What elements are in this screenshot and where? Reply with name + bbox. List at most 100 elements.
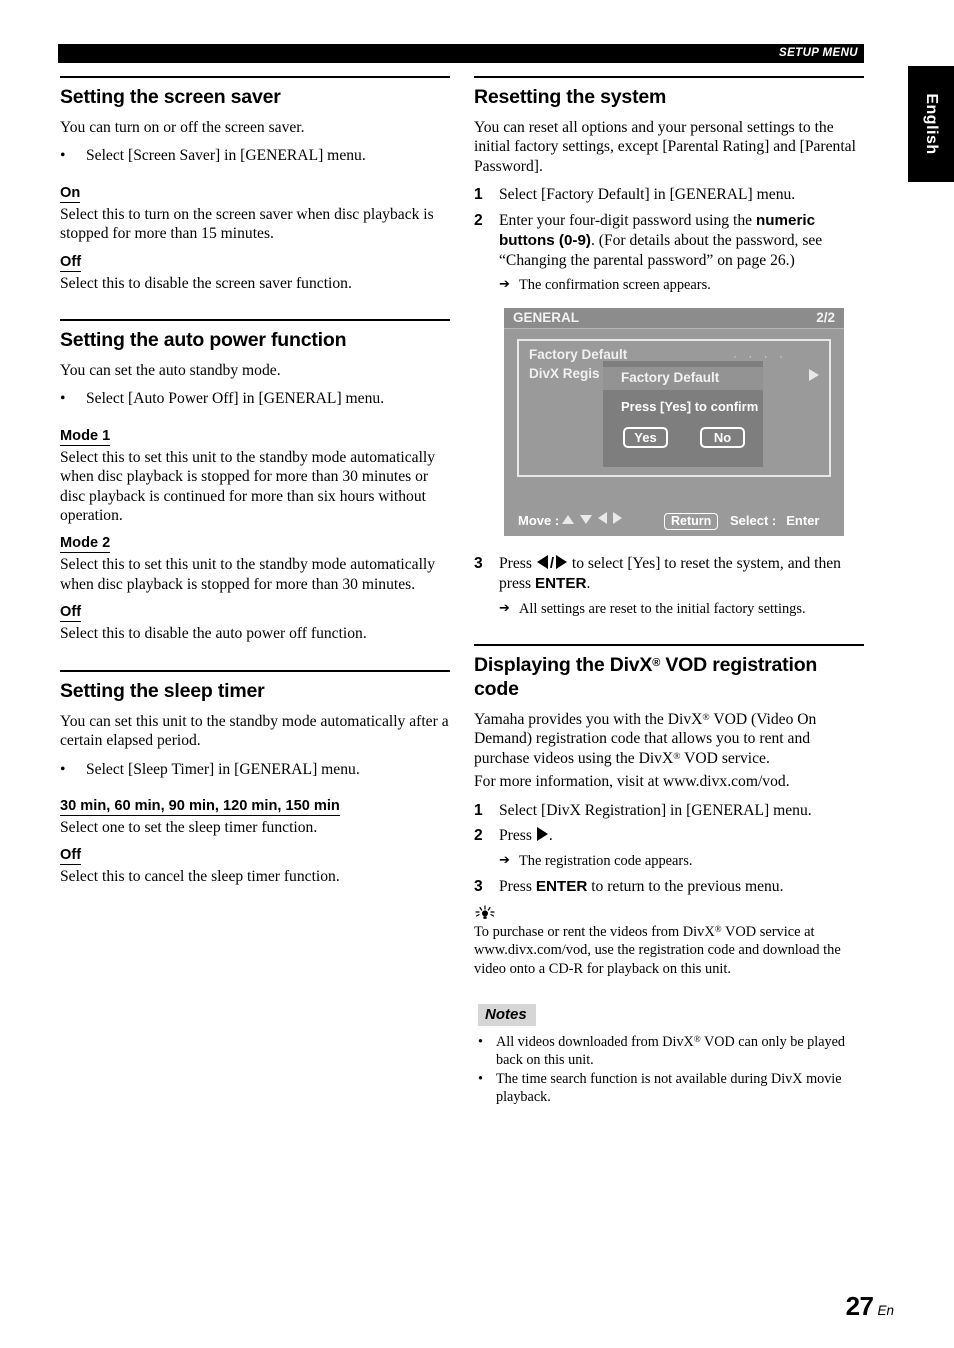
step-text-bold: ENTER	[535, 878, 588, 896]
registered-mark-icon: ®	[693, 1034, 701, 1045]
arrow-down-icon	[580, 515, 593, 525]
left-column: Setting the screen saver You can turn on…	[60, 76, 450, 889]
result-text: The confirmation screen appears.	[519, 277, 711, 294]
option-description: Select this to cancel the sleep timer fu…	[60, 868, 340, 886]
option-description: Select this to disable the auto power of…	[60, 625, 367, 643]
resetting-step-2: 2 Enter your four-digit password using t…	[474, 211, 864, 270]
auto-power-option-mode1: Mode 1 Select this to set this unit to t…	[60, 420, 450, 526]
heading-auto-power: Setting the auto power function	[60, 319, 450, 352]
osd-row-factory-default[interactable]: Factory Default	[529, 347, 627, 362]
divx-vod-intro-line2: For more information, visit at www.divx.…	[474, 773, 790, 791]
option-label: On	[60, 184, 81, 203]
divx-vod-intro: Yamaha provides you with the DivX® VOD (…	[474, 710, 864, 768]
heading-sleep-timer: Setting the sleep timer	[60, 669, 450, 703]
registered-mark-icon: ®	[673, 750, 681, 762]
page-language-code: En	[877, 1303, 894, 1318]
notes-badge: Notes	[478, 1004, 536, 1027]
sleep-timer-bullet-text: Select [Sleep Timer] in [GENERAL] menu.	[86, 760, 360, 778]
divx-vod-step-3: 3 Press ENTER to return to the previous …	[474, 877, 864, 897]
osd-yes-button[interactable]: Yes	[623, 427, 668, 449]
option-description: Select this to turn on the screen saver …	[60, 205, 434, 243]
sleep-timer-bullet: • Select [Sleep Timer] in [GENERAL] menu…	[60, 760, 450, 779]
note-item: • The time search function is not availa…	[474, 1071, 864, 1106]
tip-text: To purchase or rent the videos from DivX…	[474, 923, 864, 978]
registered-mark-icon: ®	[652, 657, 661, 669]
step-text-before: Press	[499, 555, 536, 573]
osd-select-hint: Select : Enter	[730, 513, 819, 528]
osd-page-indicator: 2/2	[816, 310, 835, 326]
step-number: 2	[474, 212, 483, 230]
arrow-right-icon	[613, 512, 623, 525]
note-text: All videos downloaded from DivX® VOD can…	[496, 1034, 864, 1069]
step-text-after: .	[548, 827, 553, 845]
sleep-timer-option-off: Off Select this to cancel the sleep time…	[60, 839, 450, 886]
osd-move-hint: Move :	[518, 512, 625, 528]
step-text: Press ENTER to return to the previous me…	[499, 877, 864, 897]
step-number: 1	[474, 801, 483, 819]
step-text: Press .	[499, 826, 864, 846]
tip-part-1: To purchase or rent the videos from DivX	[474, 924, 715, 941]
note-item: • All videos downloaded from DivX® VOD c…	[474, 1034, 864, 1069]
osd-menu-screenshot: GENERAL 2/2 Factory Default · · · · DivX…	[504, 308, 844, 537]
step-text: Select [Factory Default] in [GENERAL] me…	[499, 186, 796, 204]
auto-power-intro: You can set the auto standby mode.	[60, 362, 281, 380]
osd-dialog-title: Factory Default	[603, 367, 763, 391]
intro-part-3: VOD service.	[680, 749, 770, 767]
option-description: Select one to set the sleep timer functi…	[60, 818, 318, 836]
osd-dialog-message: Press [Yes] to confirm	[621, 399, 759, 415]
result-text: The registration code appears.	[519, 853, 693, 870]
running-header-bar: SETUP MENU	[58, 44, 864, 63]
divx-vod-step-1: 1 Select [DivX Registration] in [GENERAL…	[474, 801, 864, 821]
heading-part-1: Displaying the DivX	[474, 654, 653, 676]
result-arrow-icon: ➔	[499, 601, 510, 616]
option-label: Off	[60, 253, 82, 272]
step-text-after: to return to the previous menu.	[587, 878, 784, 896]
osd-footer-bar: Move : Return Select : Enter	[504, 508, 844, 536]
step-number: 3	[474, 878, 483, 896]
arrow-right-icon	[556, 555, 567, 570]
step-text-before: Enter your four-digit password using the	[499, 212, 756, 230]
registered-mark-icon: ®	[714, 924, 722, 935]
step-text-after: .	[586, 575, 591, 593]
step-text: Enter your four-digit password using the…	[499, 211, 864, 270]
arrow-right-icon	[536, 827, 548, 842]
option-label: Mode 2	[60, 535, 111, 554]
osd-no-button[interactable]: No	[700, 427, 745, 449]
language-tab-label: English	[923, 93, 940, 155]
arrow-left-icon	[536, 555, 548, 570]
result-arrow-icon: ➔	[499, 277, 510, 293]
step-text-before: Press	[499, 827, 536, 845]
result-arrow-icon: ➔	[499, 853, 510, 869]
note-text: The time search function is not availabl…	[496, 1071, 864, 1106]
screen-saver-option-on: On Select this to turn on the screen sav…	[60, 177, 450, 244]
step-text: Select [DivX Registration] in [GENERAL] …	[499, 801, 812, 819]
screen-saver-option-off: Off Select this to disable the screen sa…	[60, 246, 450, 293]
resetting-step-3: 3 Press / to select [Yes] to reset the s…	[474, 554, 864, 594]
option-description: Select this to set this unit to the stan…	[60, 448, 436, 525]
osd-move-label: Move :	[518, 513, 560, 529]
bullet-dot-icon: •	[478, 1034, 483, 1051]
bullet-dot-icon: •	[60, 147, 66, 165]
osd-enter-label: Enter	[786, 513, 820, 529]
heading-resetting-system: Resetting the system	[474, 76, 864, 109]
auto-power-option-mode2: Mode 2 Select this to set this unit to t…	[60, 527, 450, 594]
auto-power-bullet-text: Select [Auto Power Off] in [GENERAL] men…	[86, 390, 385, 408]
screen-saver-bullet: • Select [Screen Saver] in [GENERAL] men…	[60, 146, 450, 165]
step-text: Press / to select [Yes] to reset the sys…	[499, 554, 864, 594]
note-part-1: The time search function is not availabl…	[496, 1071, 842, 1106]
bullet-dot-icon: •	[60, 390, 66, 408]
option-label: Off	[60, 847, 82, 866]
osd-menu-title: GENERAL	[513, 310, 580, 326]
divx-vod-step-2-result: ➔ The registration code appears.	[499, 852, 864, 870]
step-number: 3	[474, 555, 483, 573]
resetting-step-1: 1 Select [Factory Default] in [GENERAL] …	[474, 185, 864, 205]
arrow-up-icon	[562, 515, 575, 525]
screen-saver-intro: You can turn on or off the screen saver.	[60, 119, 305, 136]
language-tab: English	[908, 66, 954, 182]
osd-row-divx-registration[interactable]: DivX Regis	[529, 366, 600, 381]
osd-return-button[interactable]: Return	[664, 513, 719, 531]
bullet-dot-icon: •	[60, 760, 66, 778]
screen-saver-bullet-text: Select [Screen Saver] in [GENERAL] menu.	[86, 147, 366, 165]
intro-part-1: Yamaha provides you with the DivX	[474, 711, 703, 728]
osd-select-label: Select :	[730, 513, 777, 529]
